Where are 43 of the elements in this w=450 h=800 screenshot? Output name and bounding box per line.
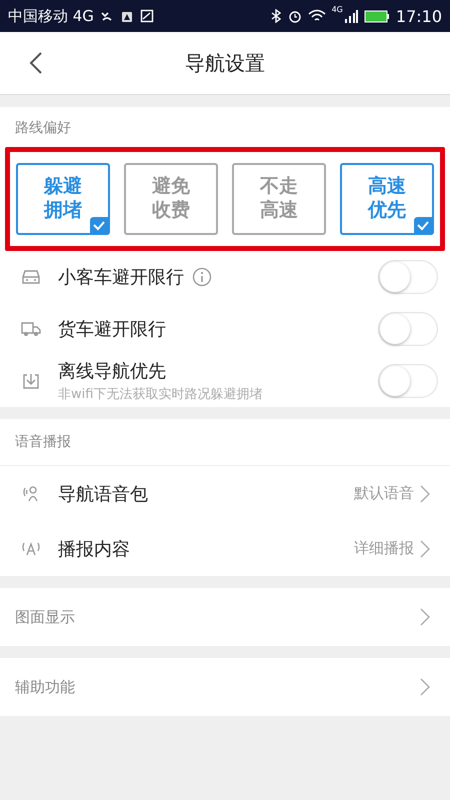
setting-label: 辅助功能 [15,678,76,696]
setting-label: 小客车避开限行 [58,266,184,289]
bluetooth-icon [270,9,282,23]
back-icon[interactable] [28,51,44,75]
alarm-icon [288,9,302,23]
signal-icon [344,9,358,23]
info-icon[interactable] [192,267,212,287]
section-label: 路线偏好 [0,107,450,147]
chevron-right-icon [420,484,430,502]
carrier-name: 中国移动 4G [8,6,94,26]
toggle-switch[interactable] [378,260,438,294]
car-icon [20,269,42,285]
settings-row[interactable]: 导航语音包 默认语音 [0,466,450,521]
route-option[interactable]: 不走高速 [232,163,326,235]
route-option[interactable]: 躲避拥堵 [16,163,110,235]
setting-label: 导航语音包 [58,482,149,506]
battery-icon [364,9,390,23]
settings-row[interactable]: 图面显示 [0,588,450,646]
page-title: 导航设置 [185,50,265,76]
setting-hint: 非wifi下无法获取实时路况躲避拥堵 [58,386,264,403]
wifi-icon [308,9,326,23]
check-icon [414,217,432,233]
setting-label: 离线导航优先 [58,360,166,383]
toggle-switch[interactable] [378,312,438,346]
chevron-right-icon [420,608,430,626]
network-type-label: 4G [332,5,343,14]
setting-label: 货车避开限行 [58,318,166,341]
section-label: 语音播报 [0,419,450,466]
route-option[interactable]: 避免收费 [124,163,218,235]
setting-label: 播报内容 [58,538,131,560]
settings-row[interactable]: 辅助功能 [0,658,450,716]
check-icon [90,217,108,233]
image-icon [140,9,154,23]
setting-label: 图面显示 [15,608,76,626]
setting-value: 默认语音 [354,484,414,503]
chevron-right-icon [420,678,430,696]
toggle-switch[interactable] [378,364,438,398]
chevron-right-icon [420,540,430,558]
route-option[interactable]: 高速优先 [340,163,434,235]
setting-value: 详细播报 [354,539,414,558]
clock: 17:10 [396,6,442,26]
settings-row[interactable]: 播报内容 详细播报 [0,521,450,576]
truck-icon [20,321,42,337]
